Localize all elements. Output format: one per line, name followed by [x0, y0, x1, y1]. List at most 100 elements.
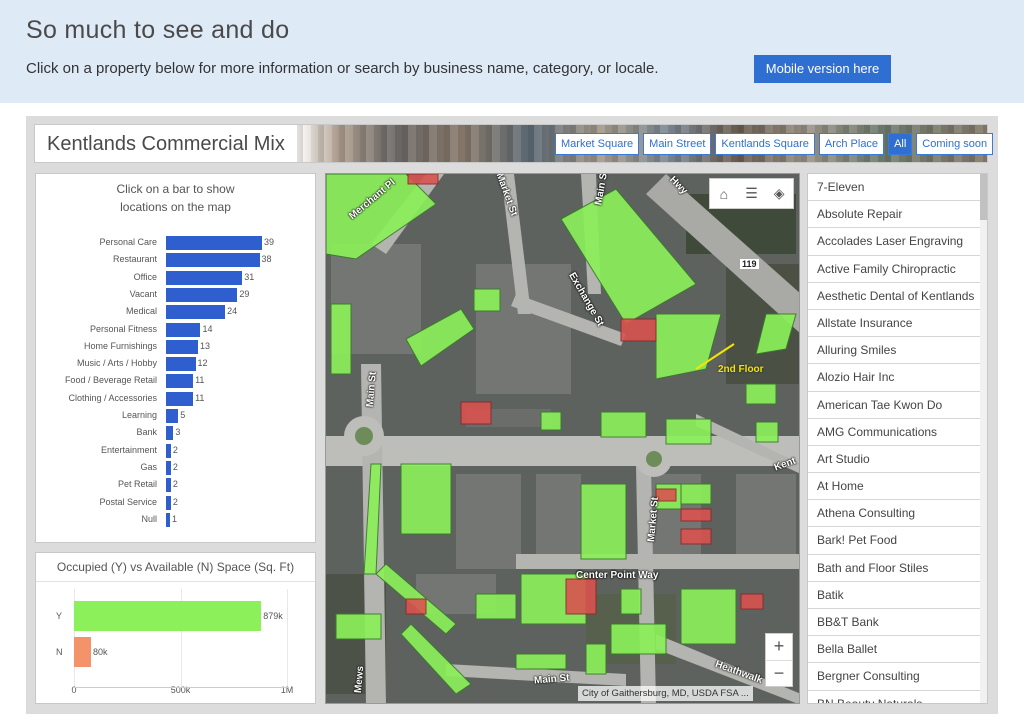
- category-bar[interactable]: [166, 512, 170, 527]
- business-list-item[interactable]: Bergner Consulting: [808, 663, 980, 691]
- list-scrollbar-track[interactable]: [980, 174, 987, 703]
- filter-arch-place[interactable]: Arch Place: [818, 133, 885, 155]
- category-value-label: 31: [244, 271, 255, 282]
- category-label: Personal Care: [99, 237, 157, 247]
- zoom-in-button[interactable]: +: [766, 634, 792, 660]
- business-list-items: 7-Eleven Absolute Repair Accolades Laser E…: [808, 174, 987, 703]
- category-bar[interactable]: [166, 391, 194, 406]
- legend-list-icon[interactable]: ☰: [738, 179, 766, 208]
- category-value-label: 24: [227, 306, 238, 317]
- business-list-item[interactable]: At Home: [808, 473, 980, 501]
- business-list-item[interactable]: American Tae Kwon Do: [808, 392, 980, 419]
- business-list-item[interactable]: 7-Eleven: [808, 174, 980, 202]
- category-bar[interactable]: [166, 357, 196, 372]
- filter-all[interactable]: All: [888, 133, 913, 155]
- category-label: Food / Beverage Retail: [64, 375, 157, 386]
- category-bar[interactable]: [166, 443, 171, 458]
- category-bar-row[interactable]: Restaurant 38: [36, 252, 317, 269]
- category-bar[interactable]: [166, 253, 260, 268]
- business-list-item[interactable]: BB&T Bank: [808, 609, 980, 637]
- business-list-item[interactable]: Accolades Laser Engraving: [808, 228, 980, 256]
- filter-coming-soon[interactable]: Coming soon: [916, 133, 994, 155]
- occupancy-x-axis: [74, 687, 289, 688]
- category-value-label: 14: [202, 323, 213, 334]
- hero-title: So much to see and do: [26, 16, 290, 44]
- category-label: Null: [141, 513, 157, 524]
- category-value-label: 1: [172, 513, 178, 524]
- business-list-item[interactable]: Athena Consulting: [808, 500, 980, 528]
- category-bar-row[interactable]: Music / Arts / Hobby 12: [36, 356, 317, 373]
- category-bar-row[interactable]: Learning 5: [36, 408, 317, 425]
- category-bar-row[interactable]: Pet Retail 2: [36, 477, 317, 494]
- category-bar-row[interactable]: Personal Care 39: [36, 235, 317, 252]
- occupancy-value-label: 80k: [93, 647, 108, 657]
- category-bar-row[interactable]: Home Furnishings 13: [36, 339, 317, 356]
- category-bar-row[interactable]: Office 31: [36, 270, 317, 287]
- business-list-item[interactable]: Allstate Insurance: [808, 310, 980, 338]
- business-list-item[interactable]: Art Studio: [808, 446, 980, 474]
- business-list[interactable]: 7-Eleven Absolute Repair Accolades Laser E…: [807, 173, 988, 704]
- category-bar-row[interactable]: Entertainment 2: [36, 443, 317, 460]
- business-list-item[interactable]: Aesthetic Dental of Kentlands: [808, 283, 980, 310]
- category-label: Bank: [136, 427, 157, 438]
- category-bar[interactable]: [166, 409, 179, 423]
- filter-main-street[interactable]: Main Street: [643, 133, 712, 155]
- filter-market-square[interactable]: Market Square: [555, 133, 640, 155]
- category-bar-row[interactable]: Medical 24: [36, 304, 317, 321]
- category-value-label: 12: [197, 358, 208, 369]
- category-bar[interactable]: [166, 339, 198, 354]
- business-list-item[interactable]: AMG Communications: [808, 419, 980, 446]
- business-list-item[interactable]: Bella Ballet: [808, 636, 980, 664]
- category-bar[interactable]: [166, 374, 194, 389]
- category-label: Vacant: [129, 288, 157, 299]
- category-bar[interactable]: [166, 236, 262, 250]
- category-label: Entertainment: [100, 444, 157, 455]
- business-list-item[interactable]: Alozio Hair Inc: [808, 364, 980, 392]
- category-bar-row[interactable]: Food / Beverage Retail 11: [36, 373, 317, 390]
- category-bar[interactable]: [166, 426, 174, 441]
- category-bar-row[interactable]: Postal Service 2: [36, 495, 317, 512]
- business-list-item[interactable]: Active Family Chiropractic: [808, 256, 980, 283]
- map-label-2nd-floor: 2nd Floor: [718, 364, 764, 375]
- category-bar[interactable]: [166, 270, 243, 285]
- business-list-item[interactable]: Bark! Pet Food: [808, 527, 980, 555]
- category-bar[interactable]: [166, 287, 238, 302]
- business-list-item[interactable]: BN Beauty Naturals: [808, 691, 980, 703]
- business-list-item[interactable]: Absolute Repair: [808, 201, 980, 229]
- zoom-out-button[interactable]: −: [766, 660, 792, 686]
- business-list-item[interactable]: Alluring Smiles: [808, 337, 980, 365]
- attribution-more[interactable]: ...: [741, 688, 749, 699]
- filter-kentlands-square[interactable]: Kentlands Square: [715, 133, 815, 155]
- category-bar-row[interactable]: Null 1: [36, 512, 317, 529]
- map-view[interactable]: Merchant Pl Market St Main St Hwy Exchan…: [325, 173, 800, 704]
- category-bar-row[interactable]: Bank 3: [36, 425, 317, 442]
- category-chart-title: Click on a bar to show locations on the …: [36, 180, 315, 216]
- map-attribution: City of Gaithersburg, MD, USDA FSA ...: [578, 686, 753, 701]
- category-bar-row[interactable]: Vacant 29: [36, 287, 317, 304]
- occupancy-title-divider: [36, 581, 315, 582]
- category-value-label: 2: [172, 496, 178, 507]
- home-icon[interactable]: ⌂: [710, 179, 738, 208]
- category-bar[interactable]: [166, 478, 171, 493]
- category-bar[interactable]: [166, 495, 171, 510]
- category-label: Office: [133, 271, 157, 282]
- list-scrollbar-thumb[interactable]: [980, 174, 987, 220]
- category-bar-row[interactable]: Clothing / Accessories 11: [36, 391, 317, 408]
- category-bar-row[interactable]: Personal Fitness 14: [36, 322, 317, 339]
- occupancy-bar[interactable]: [74, 637, 92, 667]
- category-label: Music / Arts / Hobby: [76, 358, 157, 369]
- category-value-label: 11: [195, 375, 205, 386]
- layers-icon[interactable]: ◈: [765, 179, 793, 208]
- mobile-version-button[interactable]: Mobile version here: [754, 55, 891, 83]
- map-label-route-119: 119: [740, 259, 759, 269]
- category-bar[interactable]: [166, 322, 201, 337]
- dashboard-title: Kentlands Commercial Mix: [47, 133, 285, 155]
- category-bar[interactable]: [166, 460, 171, 475]
- occupancy-bar[interactable]: [74, 601, 262, 631]
- category-value-label: 3: [175, 427, 181, 438]
- business-list-item[interactable]: Bath and Floor Stiles: [808, 555, 980, 582]
- business-list-item[interactable]: Batik: [808, 582, 980, 609]
- category-bar-row[interactable]: Gas 2: [36, 460, 317, 477]
- category-chart-panel: Click on a bar to show locations on the …: [35, 173, 316, 543]
- category-bar[interactable]: [166, 305, 226, 320]
